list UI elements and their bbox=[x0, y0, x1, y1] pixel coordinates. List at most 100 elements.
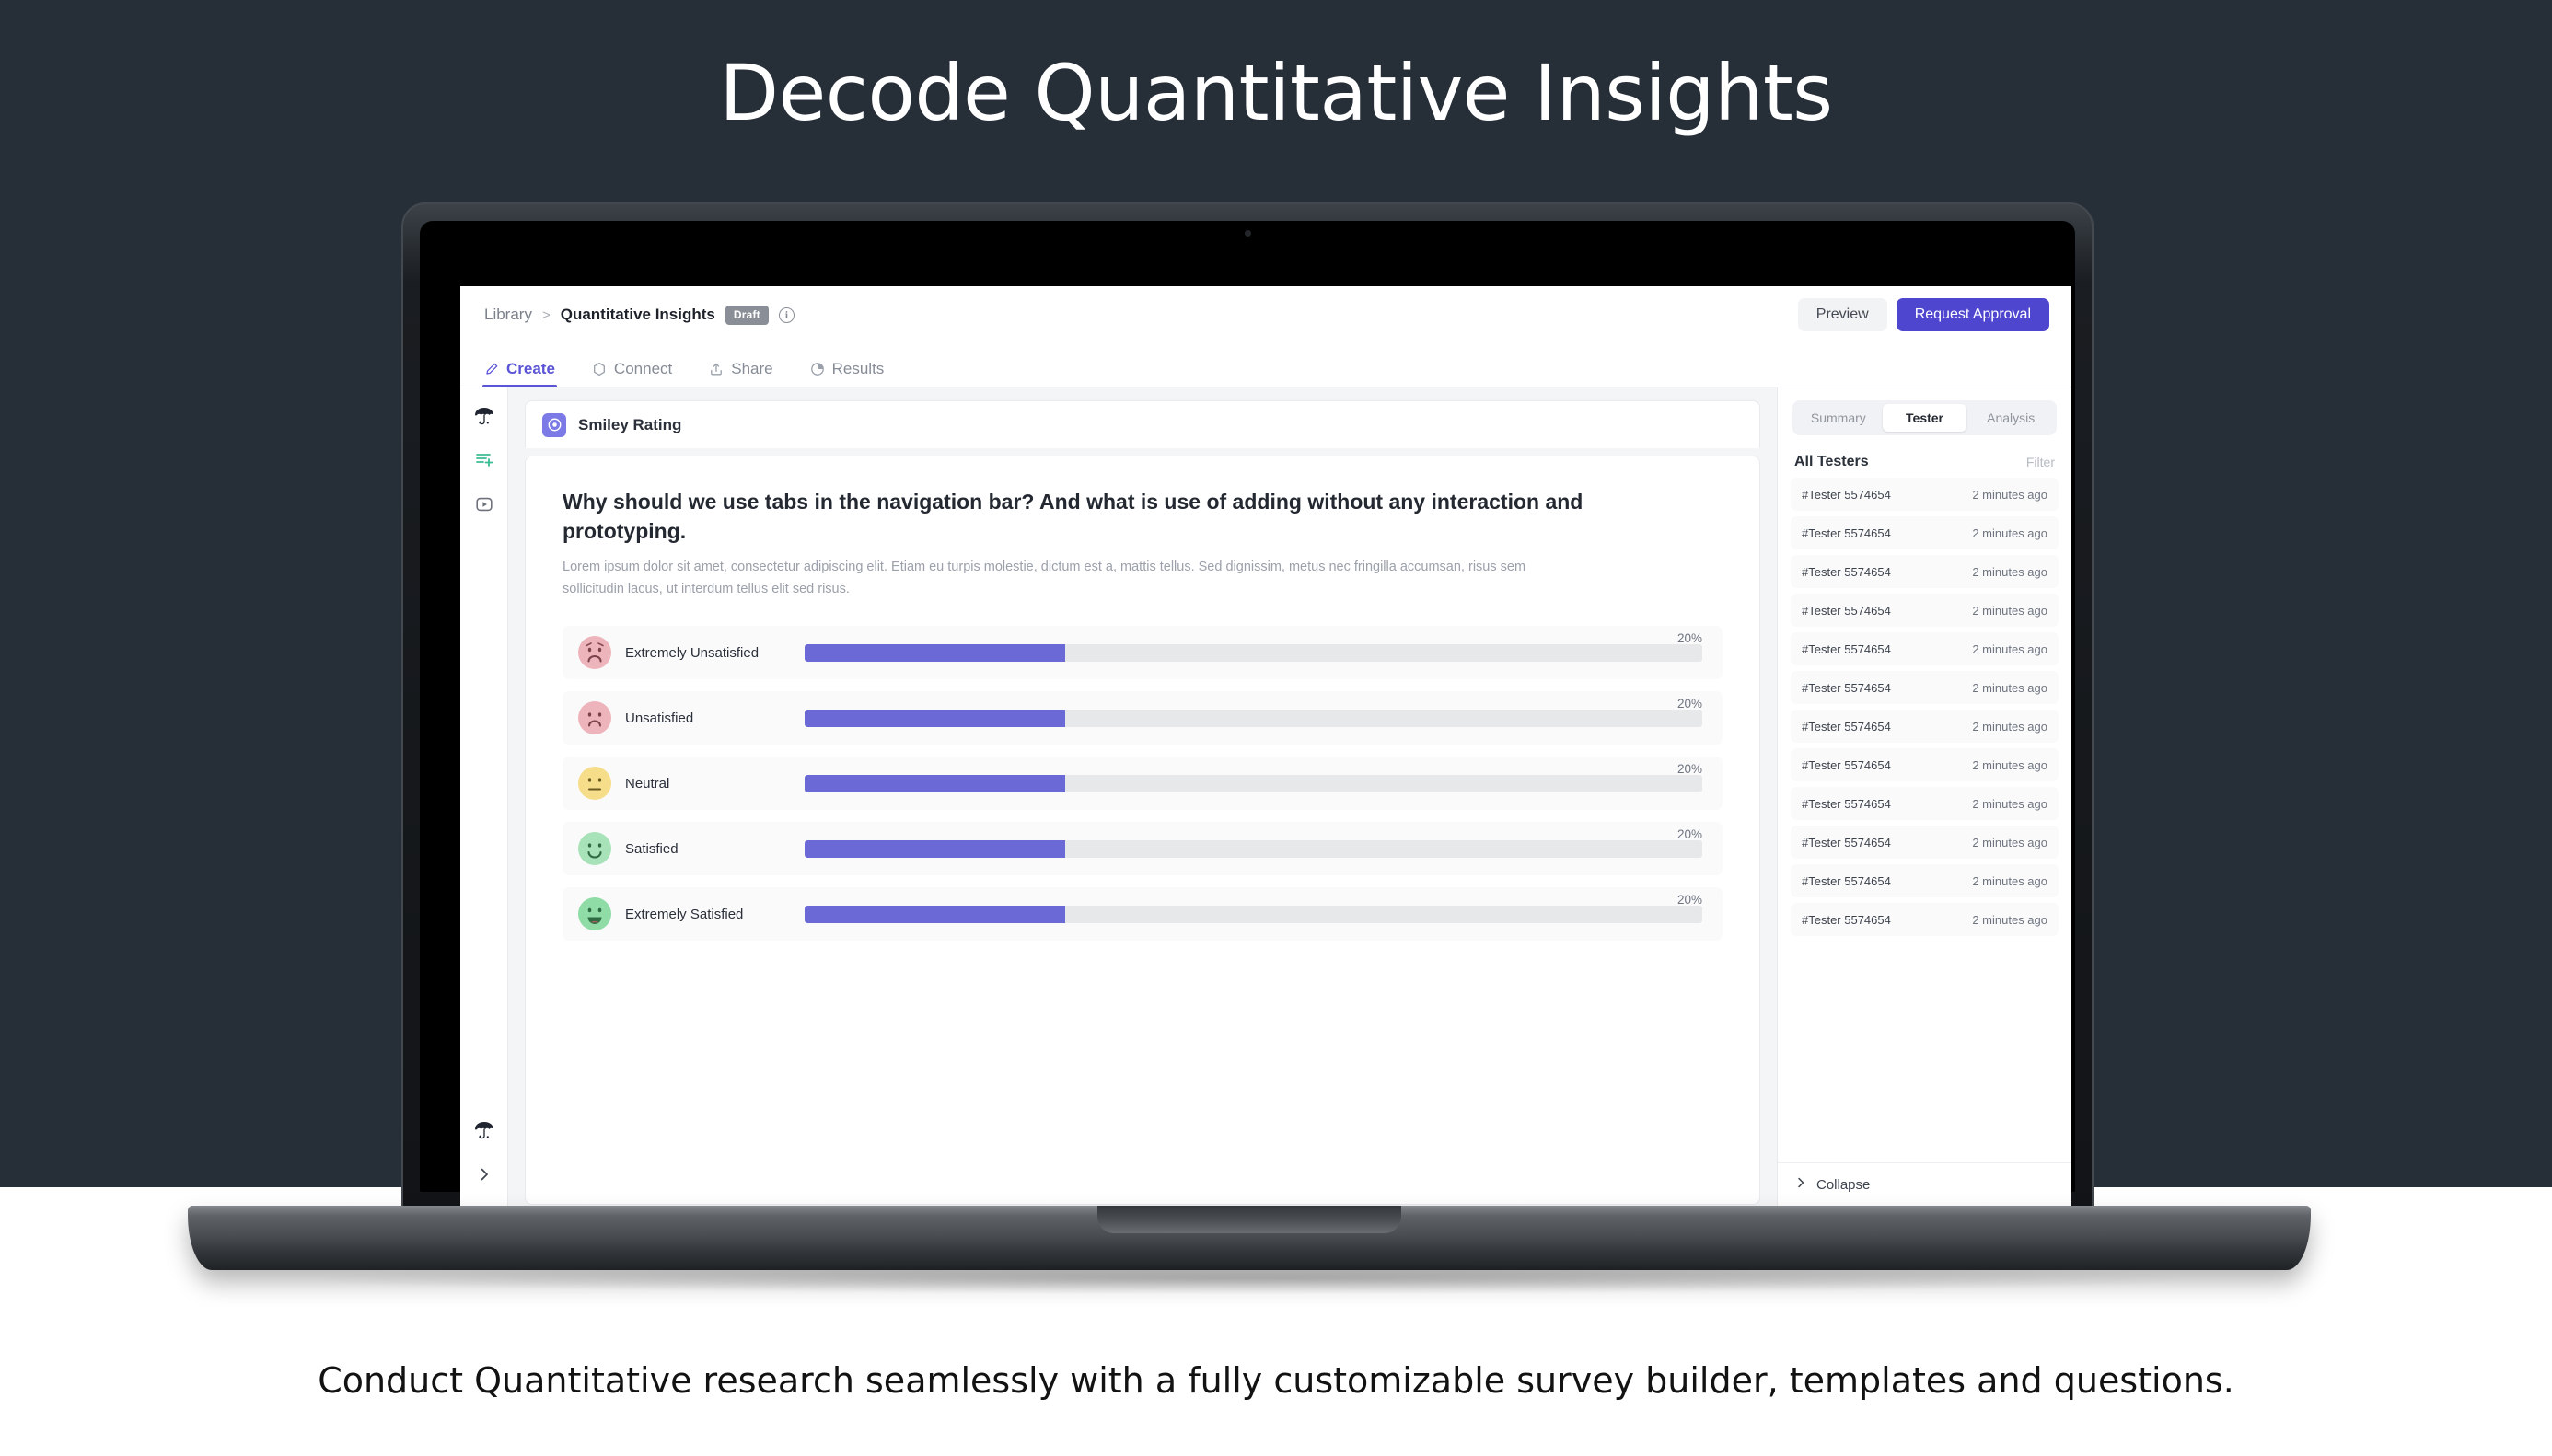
breadcrumb: Library > Quantitative Insights Draft i bbox=[484, 305, 795, 325]
laptop-mockup: Library > Quantitative Insights Draft i … bbox=[0, 0, 2552, 1307]
question-card-header: Smiley Rating bbox=[525, 400, 1760, 448]
breadcrumb-library[interactable]: Library bbox=[484, 306, 532, 324]
tester-row[interactable]: #Tester 5574654 2 minutes ago bbox=[1791, 748, 2059, 781]
caption-text: Conduct Quantitative research seamlessly… bbox=[318, 1360, 2234, 1401]
add-to-list-icon[interactable] bbox=[469, 445, 500, 476]
rating-bar-track bbox=[805, 643, 1702, 662]
tester-timestamp: 2 minutes ago bbox=[1972, 641, 2047, 656]
question-card-body: Why should we use tabs in the navigation… bbox=[525, 456, 1760, 1205]
laptop-base-notch bbox=[1097, 1206, 1401, 1233]
tester-id: #Tester 5574654 bbox=[1802, 487, 1891, 502]
rating-percent-label: 20% bbox=[1676, 827, 1702, 842]
segment-summary[interactable]: Summary bbox=[1796, 404, 1881, 432]
tab-connect[interactable]: Connect bbox=[592, 360, 672, 387]
tab-results[interactable]: Results bbox=[810, 360, 885, 387]
rating-percent-label: 20% bbox=[1676, 631, 1702, 646]
tester-row[interactable]: #Tester 5574654 2 minutes ago bbox=[1791, 516, 2059, 549]
rating-row: Neutral 20% bbox=[563, 757, 1723, 811]
tab-results-label: Results bbox=[831, 360, 885, 377]
segment-tester[interactable]: Tester bbox=[1882, 404, 1967, 432]
laptop-bezel: Library > Quantitative Insights Draft i … bbox=[420, 221, 2075, 1207]
tester-row[interactable]: #Tester 5574654 2 minutes ago bbox=[1791, 594, 2059, 627]
rating-bar-track bbox=[805, 839, 1702, 858]
expand-rail-button[interactable] bbox=[469, 1159, 500, 1190]
tester-row[interactable]: #Tester 5574654 2 minutes ago bbox=[1791, 903, 2059, 936]
request-approval-button[interactable]: Request Approval bbox=[1896, 298, 2049, 331]
rating-option-label: Satisfied bbox=[625, 840, 679, 857]
umbrella-logo-icon[interactable] bbox=[469, 400, 500, 432]
filter-button[interactable]: Filter bbox=[2026, 455, 2055, 469]
panel-segmented-control: Summary Tester Analysis bbox=[1792, 400, 2057, 435]
umbrella-logo-icon[interactable] bbox=[469, 1115, 500, 1146]
rating-row: Unsatisfied 20% bbox=[563, 691, 1723, 745]
collapse-label: Collapse bbox=[1816, 1177, 1871, 1193]
smiley-face-very-sad-icon bbox=[577, 635, 612, 670]
tester-id: #Tester 5574654 bbox=[1802, 680, 1891, 695]
preview-button[interactable]: Preview bbox=[1797, 298, 1887, 331]
tester-row[interactable]: #Tester 5574654 2 minutes ago bbox=[1791, 632, 2059, 665]
tester-timestamp: 2 minutes ago bbox=[1972, 796, 2047, 811]
tester-id: #Tester 5574654 bbox=[1802, 719, 1891, 734]
smiley-face-very-happy-icon bbox=[577, 896, 612, 931]
collapse-button[interactable]: Collapse bbox=[1778, 1162, 2071, 1207]
tester-id: #Tester 5574654 bbox=[1802, 873, 1891, 888]
webcam-icon bbox=[1244, 230, 1251, 237]
rating-bar-track bbox=[805, 905, 1702, 923]
rating-percent-label: 20% bbox=[1676, 893, 1702, 907]
rating-option-label: Extremely Unsatisfied bbox=[625, 644, 760, 661]
rating-row: Extremely Unsatisfied 20% bbox=[563, 626, 1723, 680]
info-icon[interactable]: i bbox=[778, 306, 795, 323]
tester-row[interactable]: #Tester 5574654 2 minutes ago bbox=[1791, 478, 2059, 511]
survey-builder-app: Library > Quantitative Insights Draft i … bbox=[460, 286, 2071, 1207]
tab-create[interactable]: Create bbox=[482, 360, 557, 387]
question-text: Why should we use tabs in the navigation… bbox=[563, 490, 1583, 543]
rating-bar-fill bbox=[805, 839, 1065, 858]
tester-timestamp: 2 minutes ago bbox=[1972, 912, 2047, 927]
tab-connect-label: Connect bbox=[613, 360, 673, 377]
tester-id: #Tester 5574654 bbox=[1802, 526, 1891, 540]
laptop-base bbox=[188, 1206, 2311, 1270]
breadcrumb-current: Quantitative Insights bbox=[560, 306, 715, 323]
breadcrumb-separator: > bbox=[541, 306, 551, 323]
rating-option-label: Neutral bbox=[625, 775, 670, 792]
tester-timestamp: 2 minutes ago bbox=[1972, 719, 2047, 734]
tester-id: #Tester 5574654 bbox=[1802, 603, 1891, 618]
survey-canvas: Smiley Rating Why should we use tabs in … bbox=[508, 387, 1777, 1207]
rating-bar-fill bbox=[805, 709, 1065, 727]
tester-timestamp: 2 minutes ago bbox=[1972, 873, 2047, 888]
smiley-face-happy-icon bbox=[577, 831, 612, 866]
tester-timestamp: 2 minutes ago bbox=[1972, 487, 2047, 502]
tab-create-label: Create bbox=[506, 360, 555, 377]
testers-panel: Summary Tester Analysis All Testers Filt… bbox=[1777, 387, 2071, 1207]
laptop-shadow bbox=[304, 1263, 2200, 1294]
tester-row[interactable]: #Tester 5574654 2 minutes ago bbox=[1791, 671, 2059, 704]
segment-analysis[interactable]: Analysis bbox=[1968, 404, 2053, 432]
tester-id: #Tester 5574654 bbox=[1802, 912, 1891, 927]
pie-chart-icon bbox=[810, 362, 825, 376]
tester-timestamp: 2 minutes ago bbox=[1972, 835, 2047, 849]
tester-id: #Tester 5574654 bbox=[1802, 564, 1891, 579]
panel-subheader: All Testers Filter bbox=[1794, 454, 2055, 470]
tester-row[interactable]: #Tester 5574654 2 minutes ago bbox=[1791, 555, 2059, 588]
rating-bar-fill bbox=[805, 905, 1065, 923]
tab-share-label: Share bbox=[731, 360, 773, 377]
rating-row: Satisfied 20% bbox=[563, 822, 1723, 876]
tester-timestamp: 2 minutes ago bbox=[1972, 526, 2047, 540]
smiley-face-sad-icon bbox=[577, 700, 612, 735]
app-topbar: Library > Quantitative Insights Draft i … bbox=[460, 286, 2071, 343]
left-icon-rail bbox=[460, 387, 508, 1207]
tester-row[interactable]: #Tester 5574654 2 minutes ago bbox=[1791, 864, 2059, 897]
all-testers-label: All Testers bbox=[1794, 454, 1869, 469]
upload-icon bbox=[709, 362, 724, 376]
tester-list[interactable]: #Tester 5574654 2 minutes ago #Tester 5574… bbox=[1778, 478, 2071, 1162]
rating-row: Extremely Satisfied 20% bbox=[563, 887, 1723, 942]
play-media-icon[interactable] bbox=[469, 489, 500, 520]
smiley-face-neutral-icon bbox=[577, 766, 612, 801]
tab-share[interactable]: Share bbox=[709, 360, 773, 387]
tester-row[interactable]: #Tester 5574654 2 minutes ago bbox=[1791, 826, 2059, 859]
rating-option-label: Unsatisfied bbox=[625, 710, 694, 726]
pencil-icon bbox=[484, 362, 499, 376]
tester-row[interactable]: #Tester 5574654 2 minutes ago bbox=[1791, 787, 2059, 820]
smiley-rating-icon bbox=[542, 412, 566, 437]
tester-row[interactable]: #Tester 5574654 2 minutes ago bbox=[1791, 710, 2059, 743]
